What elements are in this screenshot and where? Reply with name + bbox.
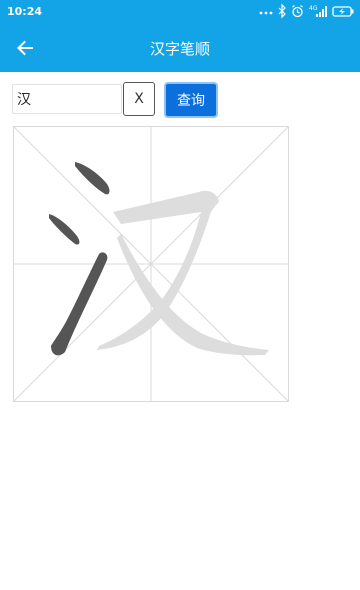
alarm-icon — [292, 5, 303, 18]
search-input[interactable] — [12, 84, 122, 114]
clear-button[interactable]: X — [123, 82, 155, 116]
stroke-order-grid — [12, 125, 290, 403]
page-title: 汉字笔顺 — [149, 40, 210, 58]
signal-4g-icon: 4G — [309, 5, 327, 17]
status-time: 10:24 — [7, 5, 43, 18]
bluetooth-icon — [278, 3, 286, 19]
grid-lines — [12, 125, 290, 403]
stroke-1 — [75, 162, 110, 195]
status-icons: 4G — [259, 3, 354, 19]
app-bar: 汉字笔顺 — [0, 24, 360, 72]
status-bar: 10:24 4G — [0, 0, 360, 24]
stroke-3 — [51, 252, 108, 356]
query-button[interactable]: 查询 — [164, 82, 218, 118]
svg-text:4G: 4G — [309, 5, 318, 12]
battery-charging-icon — [332, 6, 354, 17]
dots-icon — [259, 11, 273, 15]
character-canvas — [12, 125, 290, 403]
stroke-2 — [49, 214, 80, 245]
